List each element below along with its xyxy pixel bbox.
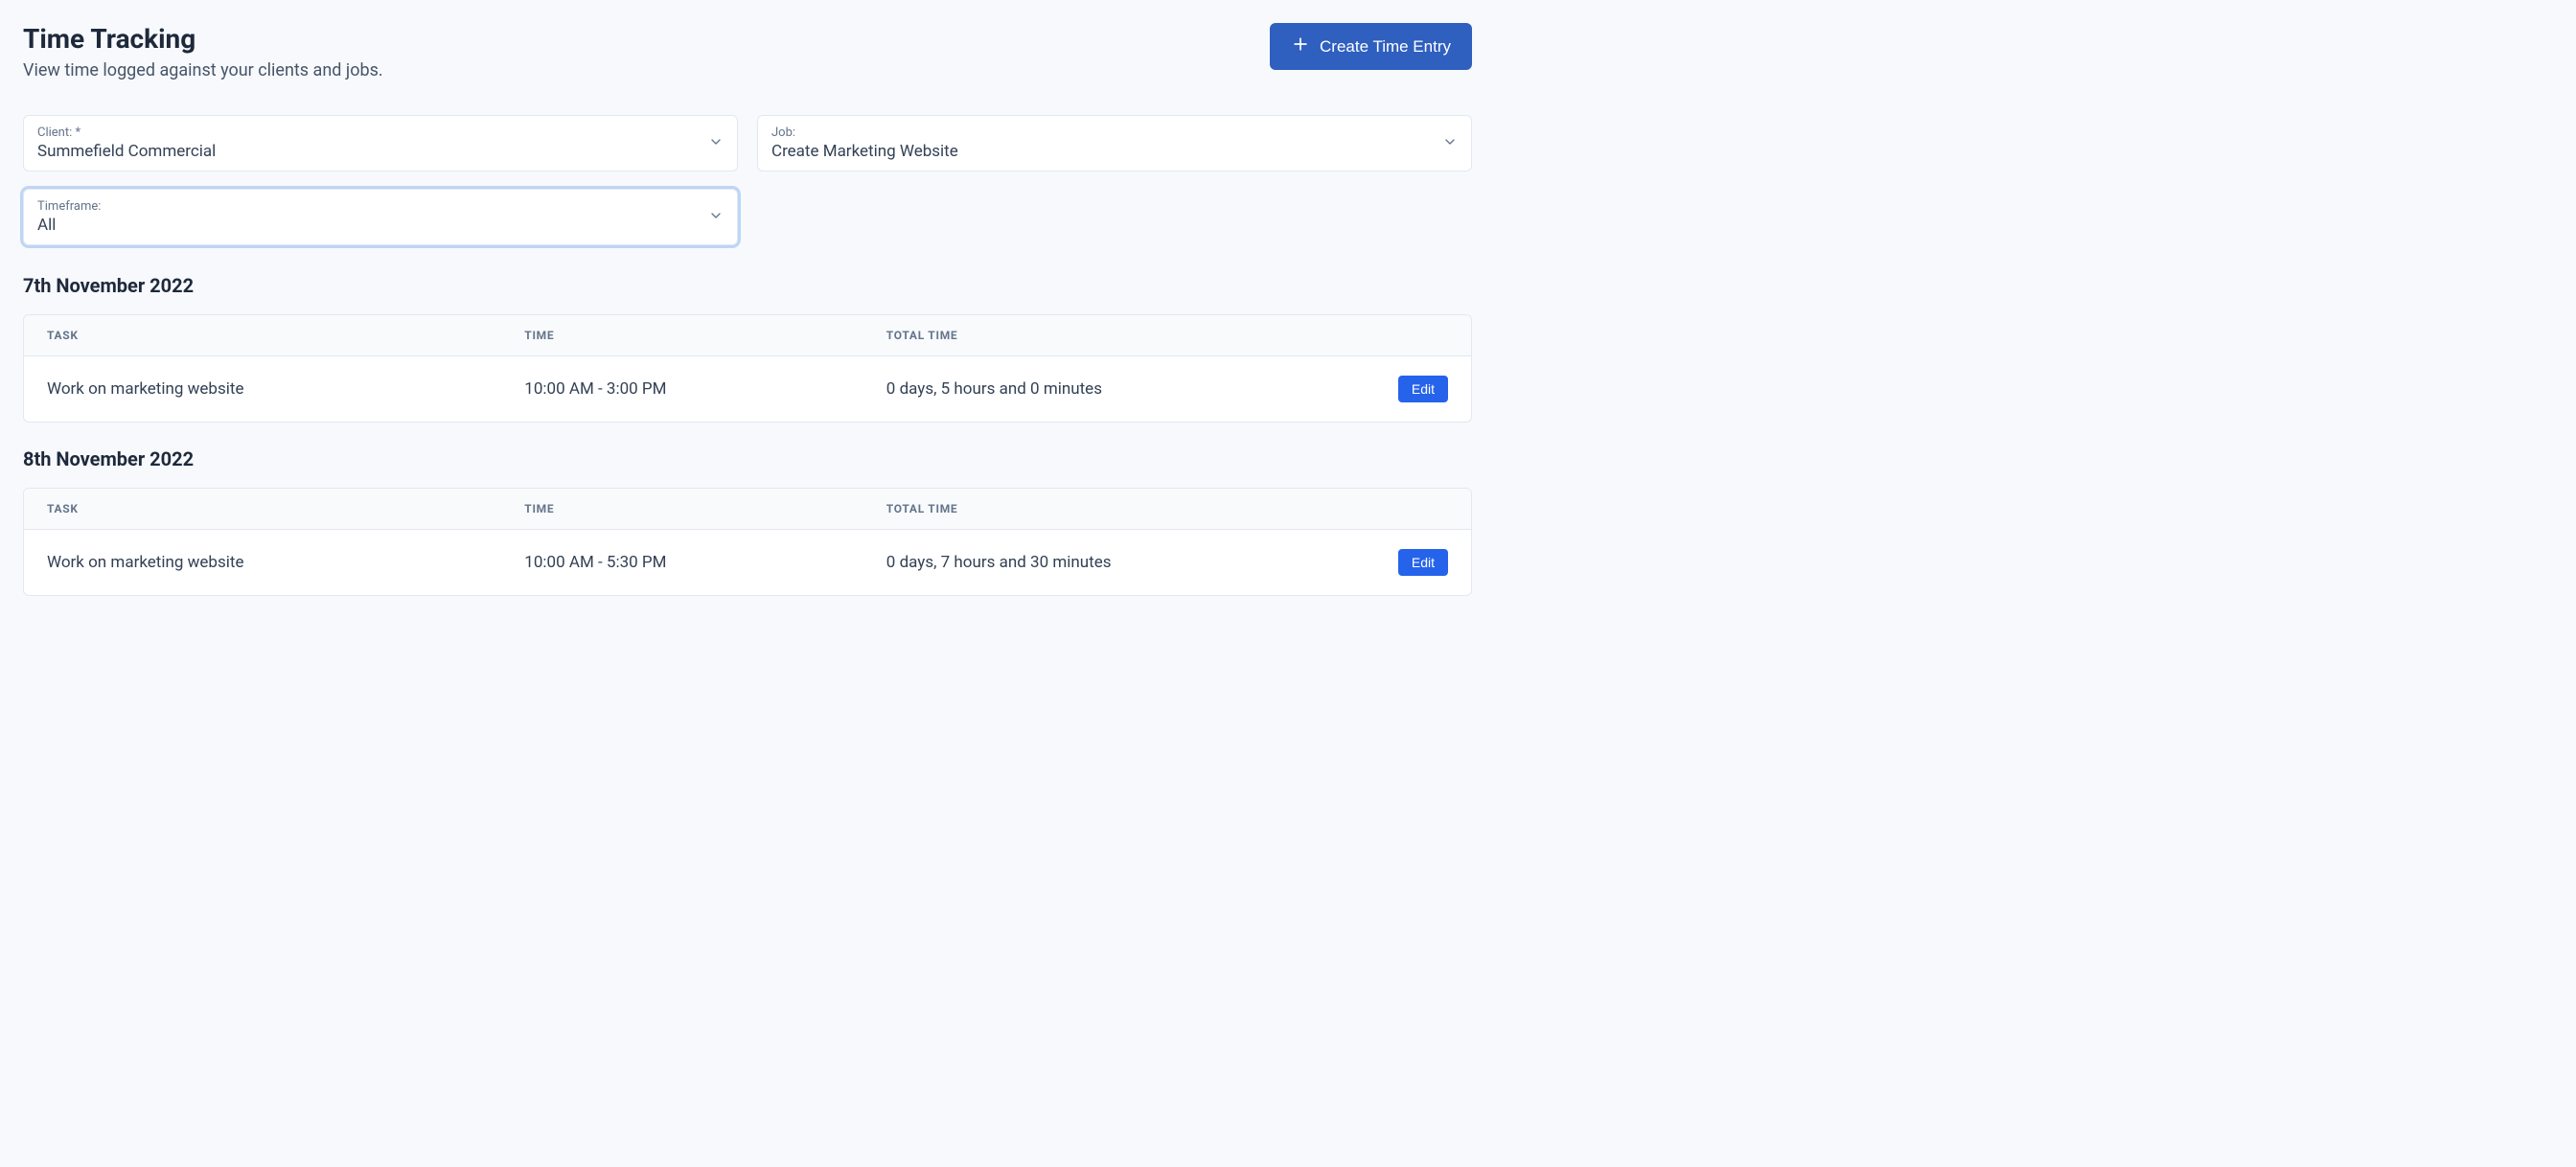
create-time-entry-button[interactable]: Create Time Entry <box>1270 23 1472 70</box>
col-header-task: Task <box>24 315 501 356</box>
cell-total: 0 days, 7 hours and 30 minutes <box>863 530 1326 595</box>
cell-action: Edit <box>1326 530 1471 595</box>
table-header-row: Task Time Total Time <box>24 489 1471 530</box>
cell-action: Edit <box>1326 356 1471 422</box>
col-header-task: Task <box>24 489 501 530</box>
time-entries-table: Task Time Total Time Work on marketing w… <box>23 488 1472 596</box>
table-header-row: Task Time Total Time <box>24 315 1471 356</box>
cell-time: 10:00 AM - 3:00 PM <box>501 356 863 422</box>
cell-time: 10:00 AM - 5:30 PM <box>501 530 863 595</box>
plus-icon <box>1291 34 1310 58</box>
col-header-total: Total Time <box>863 315 1326 356</box>
page-header: Time Tracking View time logged against y… <box>23 23 1472 80</box>
client-select-label: Client: * <box>37 126 695 140</box>
job-select[interactable]: Job: Create Marketing Website <box>757 115 1472 172</box>
edit-button[interactable]: Edit <box>1398 376 1448 402</box>
filter-row-1: Client: * Summefield Commercial Job: Cre… <box>23 115 1472 172</box>
chevron-down-icon <box>708 134 724 153</box>
cell-total: 0 days, 5 hours and 0 minutes <box>863 356 1326 422</box>
page-heading-block: Time Tracking View time logged against y… <box>23 23 383 80</box>
table-row: Work on marketing website 10:00 AM - 5:3… <box>24 530 1471 595</box>
cell-task: Work on marketing website <box>24 356 501 422</box>
filter-spacer <box>757 189 1472 245</box>
col-header-time: Time <box>501 489 863 530</box>
page-title: Time Tracking <box>23 23 383 55</box>
col-header-time: Time <box>501 315 863 356</box>
timeframe-select-label: Timeframe: <box>37 199 695 214</box>
job-select-value: Create Marketing Website <box>771 142 1429 161</box>
time-entries-table: Task Time Total Time Work on marketing w… <box>23 314 1472 423</box>
day-heading: 8th November 2022 <box>23 447 1472 470</box>
timeframe-select[interactable]: Timeframe: All <box>23 189 738 245</box>
create-time-entry-label: Create Time Entry <box>1320 37 1451 57</box>
col-header-action <box>1326 489 1471 530</box>
cell-task: Work on marketing website <box>24 530 501 595</box>
col-header-action <box>1326 315 1471 356</box>
client-select[interactable]: Client: * Summefield Commercial <box>23 115 738 172</box>
chevron-down-icon <box>1442 134 1458 153</box>
job-select-label: Job: <box>771 126 1429 140</box>
table-row: Work on marketing website 10:00 AM - 3:0… <box>24 356 1471 422</box>
day-heading: 7th November 2022 <box>23 274 1472 297</box>
filter-row-2: Timeframe: All <box>23 189 1472 245</box>
edit-button[interactable]: Edit <box>1398 549 1448 576</box>
col-header-total: Total Time <box>863 489 1326 530</box>
client-select-value: Summefield Commercial <box>37 142 695 161</box>
timeframe-select-value: All <box>37 216 695 235</box>
chevron-down-icon <box>708 208 724 227</box>
page-subtitle: View time logged against your clients an… <box>23 60 383 80</box>
